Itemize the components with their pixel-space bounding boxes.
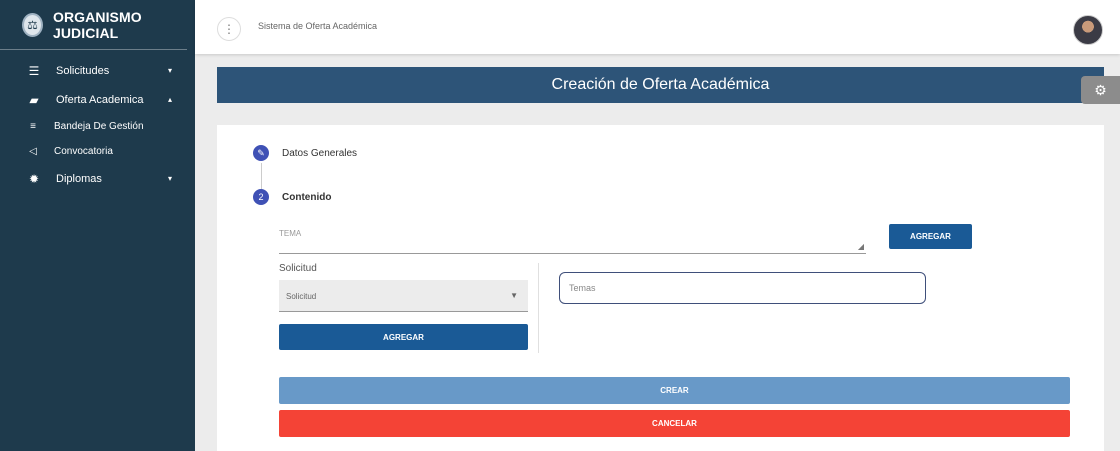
step-contenido[interactable]: 2 Contenido: [253, 189, 331, 205]
tema-textarea[interactable]: TEMA ◢: [279, 225, 866, 254]
book-icon: ▰: [29, 92, 39, 107]
server-icon: ☰: [28, 63, 40, 78]
sidebar-item-label: Bandeja De Gestión: [54, 121, 144, 132]
sidebar-item-diplomas[interactable]: ✹ Diplomas ▾: [0, 164, 195, 193]
step-label: Datos Generales: [282, 147, 358, 159]
top-bar: ⋮ Sistema de Oferta Académica: [195, 0, 1120, 54]
step-label: Contenido: [282, 191, 332, 203]
solicitud-label: Solicitud: [279, 263, 317, 274]
solicitud-selected-value: Solicitud: [286, 292, 317, 301]
solicitud-select[interactable]: Solicitud ▼: [279, 280, 528, 312]
sidebar-item-convocatoria[interactable]: ◁ Convocatoria: [0, 139, 195, 164]
step-number: 2: [253, 189, 269, 205]
page-title: Creación de Oferta Académica: [551, 76, 770, 93]
sidebar-nav: ☰ Solicitudes ▾ ▰ Oferta Academica ▴ ≡ B…: [0, 50, 195, 193]
more-menu-button[interactable]: ⋮: [217, 17, 241, 41]
cancelar-button[interactable]: CANCELAR: [279, 410, 1070, 437]
resize-handle-icon[interactable]: ◢: [858, 242, 864, 251]
sidebar-item-solicitudes[interactable]: ☰ Solicitudes ▾: [0, 56, 195, 85]
system-title: Sistema de Oferta Académica: [258, 21, 378, 31]
sidebar-item-label: Solicitudes: [56, 64, 110, 77]
step-connector: [261, 163, 262, 190]
sidebar: ⚖ ORGANISMO JUDICIAL ☰ Solicitudes ▾ ▰ O…: [0, 0, 195, 451]
crear-button[interactable]: CREAR: [279, 377, 1070, 404]
sidebar-item-label: Oferta Academica: [56, 93, 144, 106]
megaphone-icon: ◁: [29, 146, 37, 157]
caret-down-icon: ▾: [168, 66, 173, 75]
brand: ⚖ ORGANISMO JUDICIAL: [0, 0, 187, 50]
avatar[interactable]: [1073, 15, 1103, 45]
caret-down-icon: ▾: [168, 174, 173, 183]
agregar-solicitud-button[interactable]: AGREGAR: [279, 324, 528, 350]
page-title-banner: Creación de Oferta Académica: [217, 67, 1104, 103]
badge-icon: ✹: [28, 171, 40, 186]
settings-button[interactable]: ⚙: [1081, 76, 1120, 104]
pencil-icon: ✎: [253, 145, 269, 161]
step-datos-generales[interactable]: ✎ Datos Generales: [253, 145, 357, 161]
form-card: ✎ Datos Generales 2 Contenido TEMA ◢ AGR…: [217, 125, 1104, 451]
agregar-tema-button[interactable]: AGREGAR: [889, 224, 972, 249]
brand-title: ORGANISMO JUDICIAL: [52, 8, 142, 41]
caret-up-icon: ▴: [168, 95, 173, 104]
chevron-down-icon: ▼: [510, 291, 518, 300]
sidebar-item-label: Convocatoria: [54, 146, 113, 157]
seal-icon: ⚖: [22, 12, 43, 37]
temas-field[interactable]: Temas: [559, 272, 926, 304]
temas-label: Temas: [569, 283, 596, 293]
sidebar-item-label: Diplomas: [56, 172, 102, 185]
sidebar-item-oferta-academica[interactable]: ▰ Oferta Academica ▴: [0, 85, 195, 114]
column-divider: [538, 263, 539, 353]
list-icon: ≡: [30, 121, 36, 132]
tema-label: TEMA: [279, 229, 302, 238]
sidebar-item-bandeja-de-gestion[interactable]: ≡ Bandeja De Gestión: [0, 114, 195, 139]
gear-icon: ⚙: [1094, 81, 1107, 98]
